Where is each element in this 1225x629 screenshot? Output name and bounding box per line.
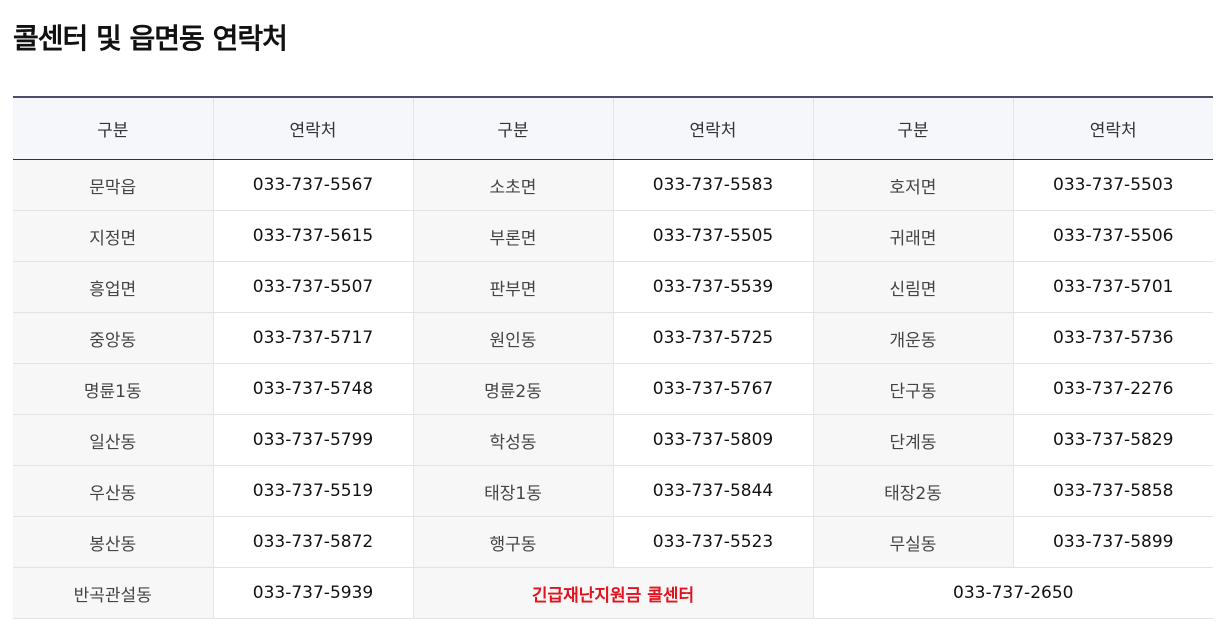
phone-number: 033-737-5503 xyxy=(1013,159,1213,211)
page-title: 콜센터 및 읍면동 연락처 xyxy=(13,22,288,55)
phone-number: 033-737-2276 xyxy=(1013,363,1213,415)
area-name: 개운동 xyxy=(813,312,1014,364)
phone-number: 033-737-5767 xyxy=(613,363,814,415)
phone-number: 033-737-5725 xyxy=(613,312,814,364)
area-name: 행구동 xyxy=(413,516,614,568)
column-header-contact: 연락처 xyxy=(613,97,814,160)
area-name: 호저면 xyxy=(813,159,1014,211)
area-name: 판부면 xyxy=(413,261,614,313)
phone-number: 033-737-5829 xyxy=(1013,414,1213,466)
phone-number: 033-737-5717 xyxy=(213,312,414,364)
column-header-contact: 연락처 xyxy=(213,97,414,160)
table-row: 일산동 033-737-5799 학성동 033-737-5809 단계동 03… xyxy=(13,414,1213,466)
phone-number: 033-737-5567 xyxy=(213,159,414,211)
table-row: 우산동 033-737-5519 태장1동 033-737-5844 태장2동 … xyxy=(13,465,1213,517)
table-row: 명륜1동 033-737-5748 명륜2동 033-737-5767 단구동 … xyxy=(13,363,1213,415)
phone-number: 033-737-5519 xyxy=(213,465,414,517)
area-name: 태장1동 xyxy=(413,465,614,517)
area-name: 흥업면 xyxy=(13,261,214,313)
area-name: 봉산동 xyxy=(13,516,214,568)
phone-number: 033-737-5523 xyxy=(613,516,814,568)
area-name: 무실동 xyxy=(813,516,1014,568)
phone-number: 033-737-5899 xyxy=(1013,516,1213,568)
table-row: 봉산동 033-737-5872 행구동 033-737-5523 무실동 03… xyxy=(13,516,1213,568)
area-name: 소초면 xyxy=(413,159,614,211)
phone-number: 033-737-5506 xyxy=(1013,210,1213,262)
area-name: 태장2동 xyxy=(813,465,1014,517)
phone-number: 033-737-5799 xyxy=(213,414,414,466)
area-name: 지정면 xyxy=(13,210,214,262)
area-name: 학성동 xyxy=(413,414,614,466)
table-row-last: 반곡관설동 033-737-5939 긴급재난지원금 콜센터 033-737-2… xyxy=(13,567,1213,619)
phone-number: 033-737-5701 xyxy=(1013,261,1213,313)
phone-number: 033-737-5844 xyxy=(613,465,814,517)
area-name: 귀래면 xyxy=(813,210,1014,262)
table-row: 흥업면 033-737-5507 판부면 033-737-5539 신림면 03… xyxy=(13,261,1213,313)
contact-table: 구분 연락처 구분 연락처 구분 연락처 문막읍 033-737-5567 소초… xyxy=(13,96,1213,619)
column-header-area: 구분 xyxy=(813,97,1014,160)
phone-number: 033-737-5872 xyxy=(213,516,414,568)
phone-number: 033-737-5736 xyxy=(1013,312,1213,364)
area-name: 우산동 xyxy=(13,465,214,517)
callcenter-label: 긴급재난지원금 콜센터 xyxy=(413,567,814,619)
phone-number: 033-737-5505 xyxy=(613,210,814,262)
callcenter-phone: 033-737-2650 xyxy=(813,567,1213,619)
table-row: 문막읍 033-737-5567 소초면 033-737-5583 호저면 03… xyxy=(13,159,1213,211)
area-name: 원인동 xyxy=(413,312,614,364)
phone-number: 033-737-5939 xyxy=(213,567,414,619)
area-name: 일산동 xyxy=(13,414,214,466)
column-header-area: 구분 xyxy=(13,97,214,160)
table-header-row: 구분 연락처 구분 연락처 구분 연락처 xyxy=(13,97,1213,160)
table-row: 지정면 033-737-5615 부론면 033-737-5505 귀래면 03… xyxy=(13,210,1213,262)
area-name: 문막읍 xyxy=(13,159,214,211)
phone-number: 033-737-5858 xyxy=(1013,465,1213,517)
area-name: 반곡관설동 xyxy=(13,567,214,619)
area-name: 단구동 xyxy=(813,363,1014,415)
phone-number: 033-737-5809 xyxy=(613,414,814,466)
phone-number: 033-737-5615 xyxy=(213,210,414,262)
column-header-area: 구분 xyxy=(413,97,614,160)
phone-number: 033-737-5583 xyxy=(613,159,814,211)
phone-number: 033-737-5748 xyxy=(213,363,414,415)
area-name: 부론면 xyxy=(413,210,614,262)
area-name: 단계동 xyxy=(813,414,1014,466)
column-header-contact: 연락처 xyxy=(1013,97,1213,160)
area-name: 신림면 xyxy=(813,261,1014,313)
phone-number: 033-737-5539 xyxy=(613,261,814,313)
phone-number: 033-737-5507 xyxy=(213,261,414,313)
area-name: 명륜2동 xyxy=(413,363,614,415)
table-row: 중앙동 033-737-5717 원인동 033-737-5725 개운동 03… xyxy=(13,312,1213,364)
area-name: 명륜1동 xyxy=(13,363,214,415)
area-name: 중앙동 xyxy=(13,312,214,364)
